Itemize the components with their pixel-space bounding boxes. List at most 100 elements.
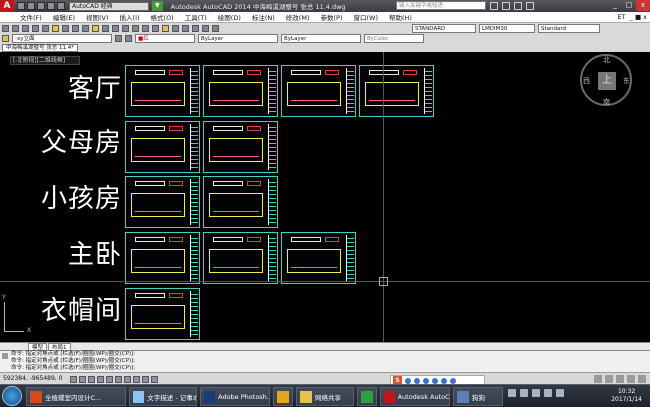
elevation-sheet[interactable] xyxy=(203,176,278,228)
taskbar-button[interactable]: Adobe Photosh... xyxy=(200,387,270,406)
ime-skin-icon[interactable] xyxy=(441,377,447,384)
undo-icon[interactable] xyxy=(47,2,55,10)
doc-window-controls[interactable]: _ ■ x xyxy=(630,13,647,21)
menu-modify[interactable]: 修改(M) xyxy=(286,12,310,22)
polar-icon[interactable] xyxy=(97,376,104,383)
elevation-sheet[interactable] xyxy=(125,176,200,228)
command-line[interactable]: 命令: 指定对角点或 [栏选(F)/圈围(WP)/圈交(CP)]: 命令: 指定… xyxy=(0,350,650,372)
taskbar-button[interactable] xyxy=(273,387,293,406)
menu-help[interactable]: 帮助(H) xyxy=(389,12,412,22)
file-tab[interactable]: 中海梅溪湖璧号 张总 11.4* xyxy=(2,44,78,52)
elevation-sheet[interactable] xyxy=(203,65,278,117)
lineweight-select[interactable]: ByLayer xyxy=(281,33,361,43)
menu-view[interactable]: 视图(V) xyxy=(86,12,109,22)
annotation-scale-icon[interactable] xyxy=(605,375,613,383)
model-space-icon[interactable] xyxy=(594,375,602,383)
pan-icon[interactable] xyxy=(122,24,129,32)
exchange-icon[interactable] xyxy=(514,2,522,10)
quickcalc-icon[interactable] xyxy=(212,24,219,32)
copy-icon[interactable] xyxy=(72,24,79,32)
viewport-controls[interactable]: [-][俯视][二维线框] xyxy=(10,56,80,65)
menu-draw[interactable]: 绘图(D) xyxy=(218,12,241,22)
dyn-icon[interactable] xyxy=(142,376,149,383)
menu-tools[interactable]: 工具(T) xyxy=(185,12,207,22)
layer-select[interactable]: -xy立面 xyxy=(12,33,112,43)
text-style-select[interactable]: STANDARD xyxy=(412,23,476,33)
elevation-sheet[interactable] xyxy=(281,65,356,117)
autocad-logo-icon[interactable]: A xyxy=(0,0,14,12)
match-properties-icon[interactable] xyxy=(92,24,99,32)
properties-icon[interactable] xyxy=(162,24,169,32)
start-button[interactable] xyxy=(2,386,22,406)
layer-previous-icon[interactable] xyxy=(125,34,132,42)
close-command-icon[interactable] xyxy=(2,353,8,359)
undo-icon[interactable] xyxy=(102,24,109,32)
tool-palettes-icon[interactable] xyxy=(182,24,189,32)
help-search-input[interactable]: 键入关键字或短语 xyxy=(396,1,486,10)
tray-arrow-icon[interactable] xyxy=(508,389,516,397)
ime-keyboard-icon[interactable] xyxy=(432,377,438,384)
compass-east[interactable]: 东 xyxy=(623,76,630,86)
help-icon[interactable] xyxy=(526,2,534,10)
linetype-select[interactable]: ByLayer xyxy=(198,33,278,43)
color-select[interactable]: ■红 xyxy=(135,33,195,43)
ducs-icon[interactable] xyxy=(133,376,140,383)
elevation-sheet[interactable] xyxy=(125,232,200,284)
viewcube-top-face[interactable]: 上 xyxy=(598,72,616,90)
elevation-sheet[interactable] xyxy=(125,65,200,117)
dim-style-select[interactable]: LMDIM30 xyxy=(479,23,535,33)
taskbar-button[interactable]: 全植蝶室内设计C... xyxy=(26,387,126,406)
menu-express[interactable]: ET xyxy=(618,13,626,21)
paste-icon[interactable] xyxy=(82,24,89,32)
menu-edit[interactable]: 编辑(E) xyxy=(53,12,75,22)
ortho-icon[interactable] xyxy=(88,376,95,383)
power-icon[interactable] xyxy=(556,389,564,397)
clock[interactable]: 10:32 2017/1/14 xyxy=(611,388,642,404)
open-file-icon[interactable] xyxy=(27,2,35,10)
snap-mode-icon[interactable] xyxy=(70,376,77,383)
clean-screen-icon[interactable] xyxy=(638,375,646,383)
lock-icon[interactable] xyxy=(627,375,635,383)
menu-parametric[interactable]: 参数(P) xyxy=(320,12,342,22)
menu-file[interactable]: 文件(F) xyxy=(20,12,42,22)
preview-icon[interactable] xyxy=(42,24,49,32)
ime-mic-icon[interactable] xyxy=(423,377,429,384)
menu-format[interactable]: 格式(O) xyxy=(151,12,174,22)
sheet-set-icon[interactable] xyxy=(192,24,199,32)
elevation-sheet[interactable] xyxy=(203,232,278,284)
redo-icon[interactable] xyxy=(112,24,119,32)
save-icon[interactable] xyxy=(22,24,29,32)
elevation-sheet[interactable] xyxy=(359,65,434,117)
menu-window[interactable]: 窗口(W) xyxy=(353,12,378,22)
minimize-button[interactable]: _ xyxy=(608,0,622,11)
table-style-select[interactable]: Standard xyxy=(538,23,600,33)
osnap-icon[interactable] xyxy=(106,376,113,383)
elevation-sheet[interactable] xyxy=(203,121,278,173)
viewcube[interactable]: 上 北 南 东 西 xyxy=(580,54,632,106)
grid-icon[interactable] xyxy=(79,376,86,383)
menu-insert[interactable]: 插入(I) xyxy=(120,12,140,22)
drawing-canvas[interactable]: 客厅 父母房 小孩房 主卧 衣帽间 xyxy=(0,52,650,342)
plotstyle-select[interactable]: ByColor xyxy=(364,33,424,43)
volume-icon[interactable] xyxy=(532,389,540,397)
zoom-previous-icon[interactable] xyxy=(152,24,159,32)
search-icon[interactable] xyxy=(490,2,498,10)
3d-osnap-icon[interactable] xyxy=(115,376,122,383)
user-icon[interactable] xyxy=(502,2,510,10)
workspace-tab[interactable]: ▼ xyxy=(152,1,163,11)
network-icon[interactable] xyxy=(520,389,528,397)
zoom-window-icon[interactable] xyxy=(142,24,149,32)
otrack-icon[interactable] xyxy=(124,376,131,383)
make-current-layer-icon[interactable] xyxy=(115,34,122,42)
taskbar-button[interactable]: 网络共享 xyxy=(296,387,354,406)
lineweight-icon[interactable] xyxy=(151,376,158,383)
new-icon[interactable] xyxy=(2,24,9,32)
elevation-sheet[interactable] xyxy=(125,288,200,340)
workspace-select[interactable]: AutoCAD 经典 xyxy=(69,1,149,11)
ime-punct-icon[interactable] xyxy=(414,377,420,384)
markup-icon[interactable] xyxy=(202,24,209,32)
flag-icon[interactable] xyxy=(544,389,552,397)
compass-south[interactable]: 南 xyxy=(603,97,610,107)
menu-dimension[interactable]: 标注(N) xyxy=(252,12,275,22)
cut-icon[interactable] xyxy=(62,24,69,32)
